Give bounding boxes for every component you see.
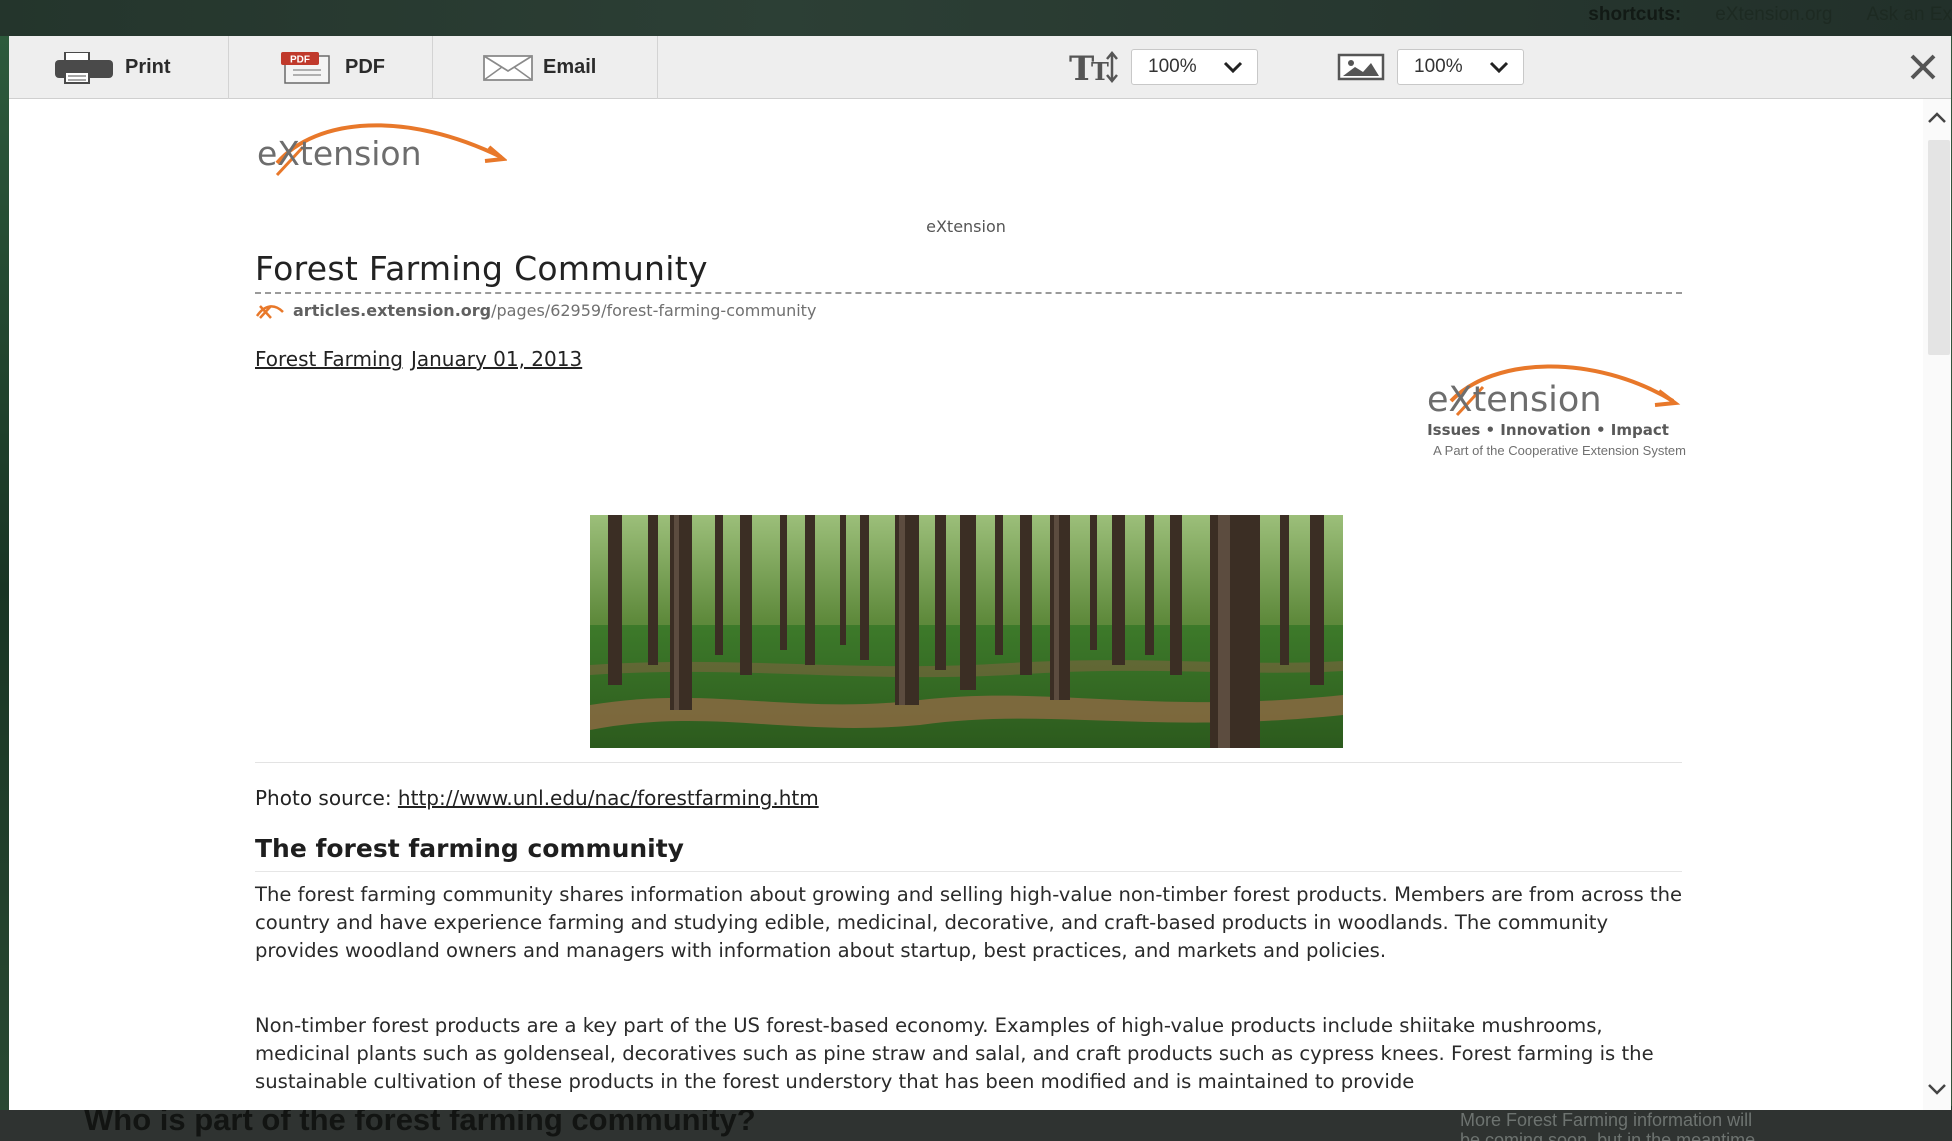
scroll-up-button[interactable] — [1923, 105, 1951, 131]
text-size-icon: T T — [1069, 50, 1119, 84]
pdf-label: PDF — [345, 56, 385, 78]
print-toolbar: Print PDF PDF Email T T 100% 100% — [9, 36, 1951, 99]
chevron-down-icon — [1927, 1083, 1947, 1095]
extension-brand-logo: eXtension Issues • Innovation • Impact A… — [1370, 361, 1686, 458]
background-site-header: shortcuts: eXtension.org Ask an Ex — [0, 0, 1952, 36]
printer-icon — [53, 51, 115, 84]
print-label: Print — [125, 56, 171, 78]
paragraph-2: Non-timber forest products are a key par… — [255, 1014, 1654, 1093]
text-zoom-select[interactable]: 100% — [1131, 49, 1258, 85]
extension-favicon-icon — [255, 302, 285, 320]
title-divider — [255, 292, 1682, 294]
category-link[interactable]: Forest Farming — [255, 347, 403, 371]
print-preview-dialog: Print PDF PDF Email T T 100% 100% eXtens… — [9, 36, 1951, 1110]
image-zoom-value: 100% — [1414, 56, 1463, 77]
email-button[interactable]: Email — [433, 36, 658, 99]
url-domain: articles.extension.org — [293, 301, 492, 320]
page-title: Forest Farming Community — [255, 249, 708, 288]
background-shortcuts-bar: shortcuts: eXtension.org Ask an Ex — [1588, 4, 1952, 34]
close-button[interactable] — [1906, 50, 1940, 84]
article-content: eXtension eXtension Forest Farming Commu… — [9, 99, 1923, 1110]
paragraph-1: The forest farming community shares info… — [255, 883, 1683, 962]
print-button[interactable]: Print — [9, 36, 229, 99]
section-divider — [255, 871, 1682, 872]
background-page-edge — [0, 36, 9, 1141]
scroll-down-button[interactable] — [1923, 1076, 1951, 1102]
background-heading: Who is part of the forest farming commun… — [84, 1110, 756, 1137]
article-meta: Forest Farming January 01, 2013 — [255, 347, 582, 371]
photo-divider — [255, 762, 1682, 763]
scroll-thumb[interactable] — [1928, 140, 1950, 355]
pdf-button[interactable]: PDF PDF — [229, 36, 433, 99]
date-link[interactable]: January 01, 2013 — [411, 347, 582, 371]
image-zoom-select[interactable]: 100% — [1397, 49, 1524, 85]
extension-logo: eXtension — [257, 117, 508, 185]
image-size-control: 100% — [1337, 47, 1524, 87]
photo-source-link[interactable]: http://www.unl.edu/nac/forestfarming.htm — [398, 786, 819, 810]
pdf-badge-text: PDF — [290, 54, 310, 65]
chevron-down-icon — [1223, 61, 1243, 73]
pdf-file-icon: PDF — [281, 51, 335, 84]
image-icon — [1337, 53, 1385, 81]
section-heading: The forest farming community — [255, 834, 684, 863]
forest-photo — [590, 515, 1343, 748]
source-url: articles.extension.org/pages/62959/fores… — [255, 301, 816, 320]
text-size-control: T T 100% — [1069, 47, 1258, 87]
svg-text:T: T — [1091, 57, 1109, 84]
photo-source-label: Photo source: — [255, 786, 392, 810]
brand-logo-text: eXtension — [1427, 380, 1602, 419]
chevron-up-icon — [1927, 112, 1947, 124]
shortcut-link-ask[interactable]: Ask an Ex — [1866, 4, 1952, 34]
email-label: Email — [543, 56, 597, 78]
shortcut-link-extension[interactable]: eXtension.org — [1715, 4, 1832, 34]
vertical-scrollbar[interactable] — [1923, 99, 1951, 1110]
background-side-note: More Forest Farming information will be … — [1460, 1110, 1756, 1141]
shortcuts-label: shortcuts: — [1588, 4, 1682, 25]
close-icon — [1906, 50, 1940, 84]
background-page-bottom: Who is part of the forest farming commun… — [0, 1110, 1952, 1141]
envelope-icon — [483, 54, 533, 81]
photo-source: Photo source: http://www.unl.edu/nac/for… — [255, 786, 819, 810]
chevron-down-icon — [1489, 61, 1509, 73]
site-name: eXtension — [926, 217, 1006, 236]
url-path: /pages/62959/forest-farming-community — [491, 301, 817, 320]
logo-part-of: A Part of the Cooperative Extension Syst… — [1433, 443, 1686, 458]
text-zoom-value: 100% — [1148, 56, 1197, 77]
logo-tagline: Issues • Innovation • Impact — [1427, 421, 1669, 439]
logo-text: eXtension — [257, 134, 422, 173]
